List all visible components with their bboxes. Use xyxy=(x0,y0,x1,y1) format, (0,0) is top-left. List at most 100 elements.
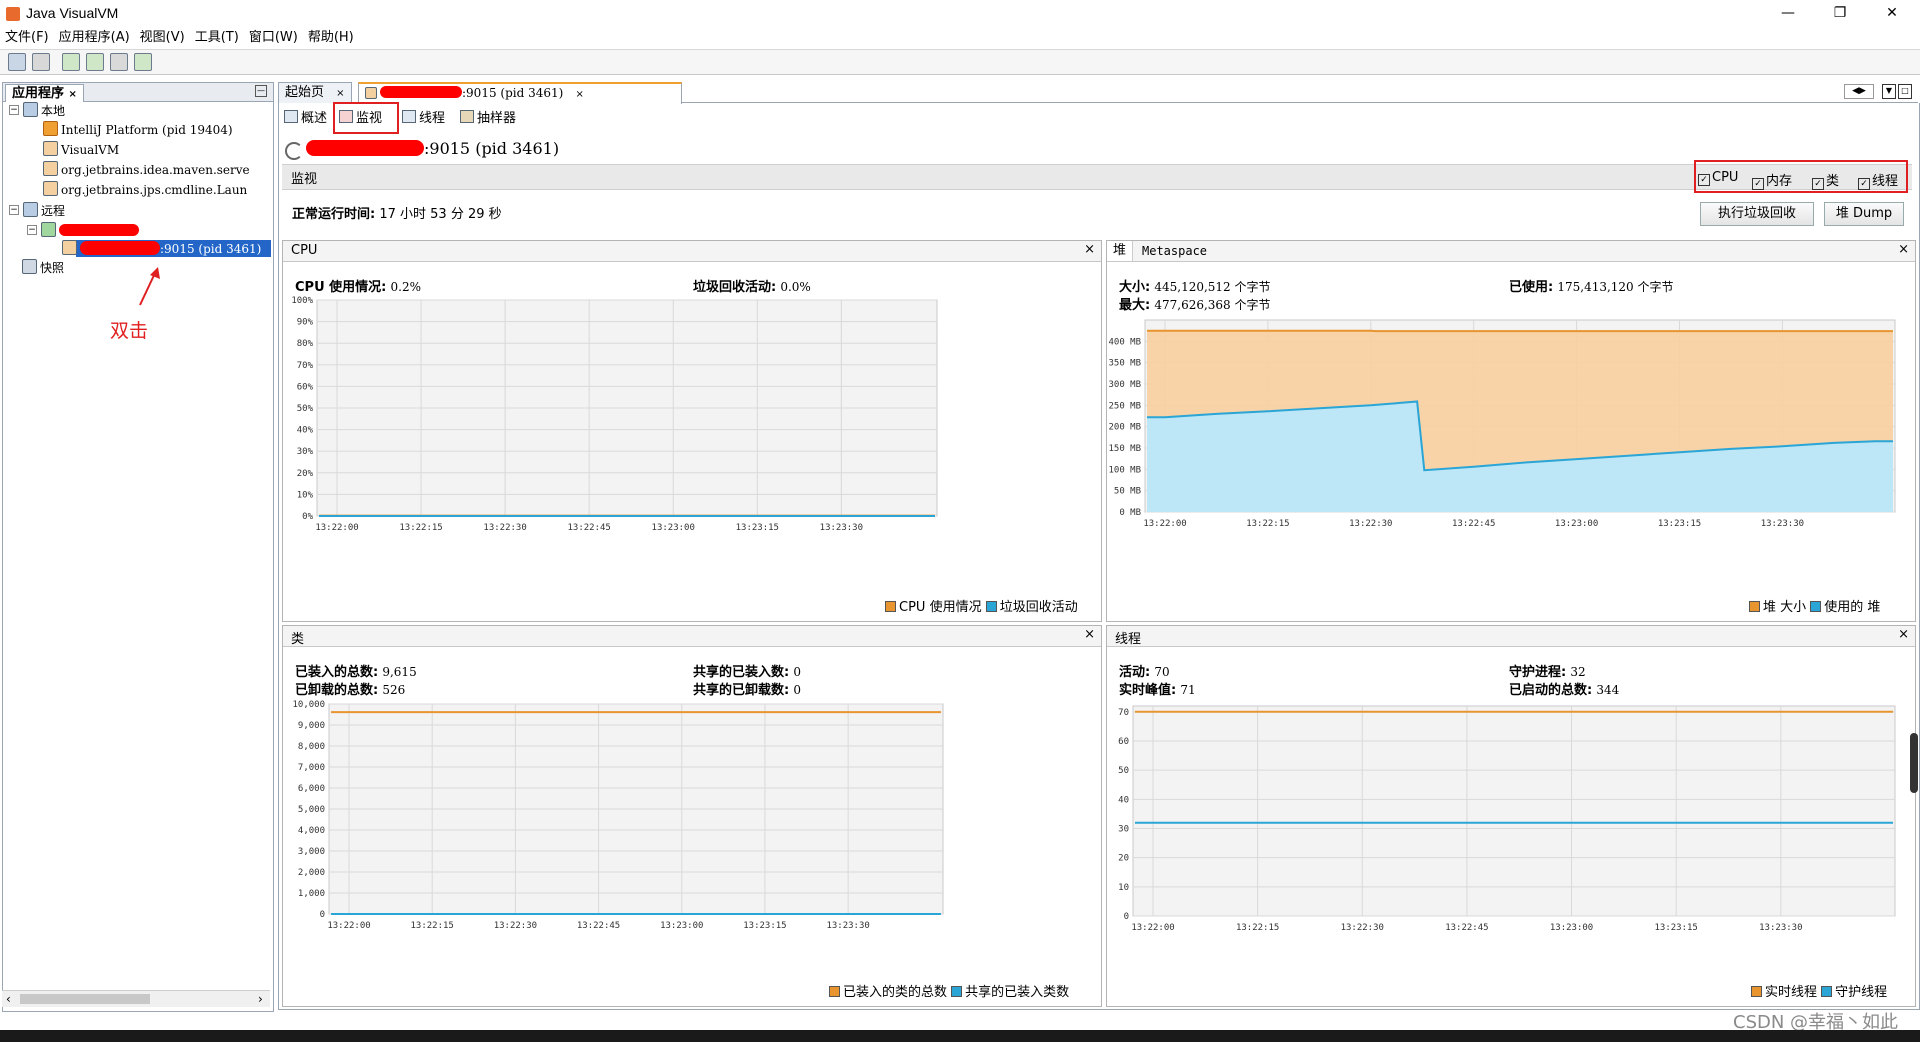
document-tabs: 起始页 × :9015 (pid 3461) × ◀▶ ▼ □ xyxy=(278,82,1918,104)
tree-node-remote-host[interactable] xyxy=(41,222,139,239)
x-tick-label: 13:23:30 xyxy=(820,523,863,533)
tab-sampler[interactable]: 抽样器 xyxy=(460,108,516,130)
y-tick-label: 8,000 xyxy=(298,742,325,752)
x-tick-label: 13:23:00 xyxy=(1555,519,1598,529)
y-tick-label: 80% xyxy=(297,339,314,349)
shared-unloaded-value: 0 xyxy=(793,683,801,697)
tab-remote-jvm[interactable]: :9015 (pid 3461) × xyxy=(358,82,682,104)
visualvm-app-icon xyxy=(6,7,20,21)
menu-application[interactable]: 应用程序(A) xyxy=(54,28,135,48)
loaded-classes-label: 已装入的总数: xyxy=(295,665,379,680)
x-tick-label: 13:22:45 xyxy=(577,921,620,931)
x-tick-label: 13:23:00 xyxy=(652,523,695,533)
y-tick-label: 0 MB xyxy=(1119,508,1141,518)
tree-node-intellij[interactable]: IntelliJ Platform (pid 19404) xyxy=(43,121,233,138)
x-tick-label: 13:23:30 xyxy=(1759,923,1802,933)
peak-threads-stat: 实时峰值: 71 xyxy=(1119,679,1196,698)
live-threads-stat: 活动: 70 xyxy=(1119,661,1170,680)
cpu-legend: CPU 使用情况 垃圾回收活动 xyxy=(885,596,1078,615)
y-tick-label: 70% xyxy=(297,361,314,371)
add-core-dump-icon[interactable] xyxy=(110,53,128,71)
tree-node-jps-launcher[interactable]: org.jetbrains.jps.cmdline.Laun xyxy=(43,181,247,198)
save-icon[interactable] xyxy=(32,53,50,71)
tree-node-visualvm[interactable]: VisualVM xyxy=(43,141,119,158)
add-remote-host-icon[interactable] xyxy=(86,53,104,71)
maximize-panel-icon[interactable]: □ xyxy=(1898,84,1912,99)
y-tick-label: 0 xyxy=(1124,912,1129,922)
close-icon[interactable]: × xyxy=(336,88,344,99)
tree-node-maven-server[interactable]: org.jetbrains.idea.maven.serve xyxy=(43,161,250,178)
y-tick-label: 1,000 xyxy=(298,889,325,899)
maximize-button[interactable]: ❐ xyxy=(1818,2,1862,24)
add-snapshot-icon[interactable] xyxy=(134,53,152,71)
tree-label-snapshots: 快照 xyxy=(40,261,65,275)
x-tick-label: 13:23:30 xyxy=(826,921,869,931)
close-icon[interactable]: × xyxy=(1084,627,1095,642)
legend-swatch-orange xyxy=(1749,601,1760,612)
menu-help[interactable]: 帮助(H) xyxy=(303,28,359,48)
tree-horizontal-scrollbar[interactable]: ‹ › xyxy=(2,990,270,1007)
legend-swatch-blue xyxy=(985,601,997,612)
x-tick-label: 13:22:30 xyxy=(1341,923,1384,933)
perform-gc-button[interactable]: 执行垃圾回收 xyxy=(1700,202,1814,226)
close-window-button[interactable]: ✕ xyxy=(1870,2,1914,24)
scrollbar-thumb[interactable] xyxy=(20,994,150,1004)
tree-node-local[interactable]: 本地 xyxy=(23,102,65,119)
gc-activity-stat: 垃圾回收活动: 0.0% xyxy=(693,276,811,295)
daemon-threads-stat: 守护进程: 32 xyxy=(1509,661,1586,680)
y-tick-label: 300 MB xyxy=(1108,380,1141,390)
add-jmx-connection-icon[interactable] xyxy=(62,53,80,71)
close-icon[interactable]: × xyxy=(1898,627,1909,642)
collapse-toggle-host[interactable]: − xyxy=(27,225,37,235)
y-tick-label: 100% xyxy=(291,296,313,306)
menu-file[interactable]: 文件(F) xyxy=(0,28,54,48)
menu-window[interactable]: 窗口(W) xyxy=(244,28,303,48)
tree-label-jps-launcher: org.jetbrains.jps.cmdline.Laun xyxy=(61,183,248,197)
tree-label-intellij: IntelliJ Platform (pid 19404) xyxy=(61,123,233,137)
close-icon[interactable]: × xyxy=(69,89,77,100)
tab-threads[interactable]: 线程 xyxy=(402,108,445,130)
close-icon[interactable]: × xyxy=(1084,242,1095,257)
collapse-toggle-local[interactable]: − xyxy=(9,105,19,115)
close-icon[interactable]: × xyxy=(1898,242,1909,257)
sampler-icon xyxy=(460,110,474,123)
scroll-left-icon[interactable]: ‹ xyxy=(6,992,11,1006)
y-tick-label: 0 xyxy=(320,910,325,920)
unloaded-classes-stat: 已卸载的总数: 526 xyxy=(295,679,405,698)
close-icon[interactable]: × xyxy=(575,89,583,100)
x-tick-label: 13:22:30 xyxy=(494,921,537,931)
x-tick-label: 13:23:00 xyxy=(660,921,703,931)
y-tick-label: 5,000 xyxy=(298,805,325,815)
collapse-toggle-remote[interactable]: − xyxy=(9,205,19,215)
tree-node-remote[interactable]: 远程 xyxy=(23,202,65,219)
tab-start-page[interactable]: 起始页 × xyxy=(278,82,352,103)
tab-metaspace[interactable]: Metaspace xyxy=(1142,244,1207,258)
redacted-host-name xyxy=(380,86,462,98)
y-tick-label: 4,000 xyxy=(298,826,325,836)
tab-list-icon[interactable]: ▼ xyxy=(1882,84,1896,99)
load-snapshot-icon[interactable] xyxy=(8,53,26,71)
y-tick-label: 60 xyxy=(1118,737,1129,747)
heap-dump-button[interactable]: 堆 Dump xyxy=(1824,202,1904,226)
tab-heap[interactable]: 堆 xyxy=(1107,241,1134,261)
tab-applications[interactable]: 应用程序 × xyxy=(5,84,84,102)
tab-overview[interactable]: 概述 xyxy=(284,108,327,130)
side-scroll-handle[interactable] xyxy=(1910,733,1918,793)
heap-size-label: 大小: xyxy=(1119,280,1151,295)
minimize-panel-icon[interactable]: — xyxy=(255,85,267,97)
loaded-classes-value: 9,615 xyxy=(382,665,417,679)
tab-scroll-icon[interactable]: ◀▶ xyxy=(1844,84,1874,99)
gc-activity-label: 垃圾回收活动: xyxy=(693,280,777,295)
menu-view[interactable]: 视图(V) xyxy=(135,28,190,48)
legend-heap-used: 使用的 堆 xyxy=(1824,600,1881,615)
tree-node-snapshots[interactable]: 快照 xyxy=(22,259,64,276)
live-threads-value: 70 xyxy=(1154,665,1170,679)
scroll-right-icon[interactable]: › xyxy=(258,992,263,1006)
x-tick-label: 13:22:00 xyxy=(1143,519,1186,529)
unloaded-classes-label: 已卸载的总数: xyxy=(295,683,379,698)
menu-tools[interactable]: 工具(T) xyxy=(190,28,244,48)
y-tick-label: 10 xyxy=(1118,883,1129,893)
minimize-button[interactable]: — xyxy=(1766,2,1810,24)
title-bar: Java VisualVM — ❐ ✕ xyxy=(0,0,1920,28)
computer-icon xyxy=(23,102,38,117)
